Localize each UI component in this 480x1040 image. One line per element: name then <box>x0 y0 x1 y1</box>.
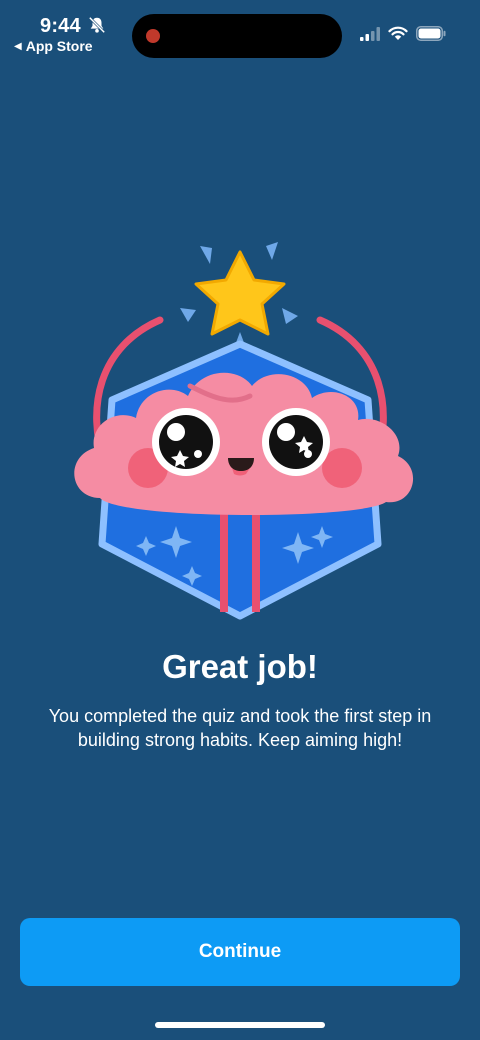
completion-message: You completed the quiz and took the firs… <box>48 706 432 750</box>
continue-button[interactable]: Continue <box>20 918 460 986</box>
status-bar: 9:44 ◀ App Store <box>0 0 480 70</box>
left-eye <box>152 408 220 476</box>
brain-mascot-illustration <box>74 242 414 620</box>
back-to-app-store-link[interactable]: ◀ App Store <box>14 38 93 54</box>
status-icons <box>360 26 446 41</box>
back-link-label: App Store <box>25 38 93 54</box>
wifi-icon <box>388 26 408 40</box>
bell-off-icon <box>88 16 106 34</box>
battery-icon <box>416 26 446 41</box>
dynamic-island <box>132 14 342 58</box>
page-title: Great job! <box>162 648 318 685</box>
recording-indicator-icon <box>146 29 160 43</box>
star-icon <box>194 250 286 336</box>
home-indicator[interactable] <box>155 1022 325 1028</box>
right-eye <box>262 408 330 476</box>
signal-icon <box>360 26 380 41</box>
back-arrow-icon: ◀ <box>14 40 22 52</box>
status-time: 9:44 <box>40 15 81 37</box>
